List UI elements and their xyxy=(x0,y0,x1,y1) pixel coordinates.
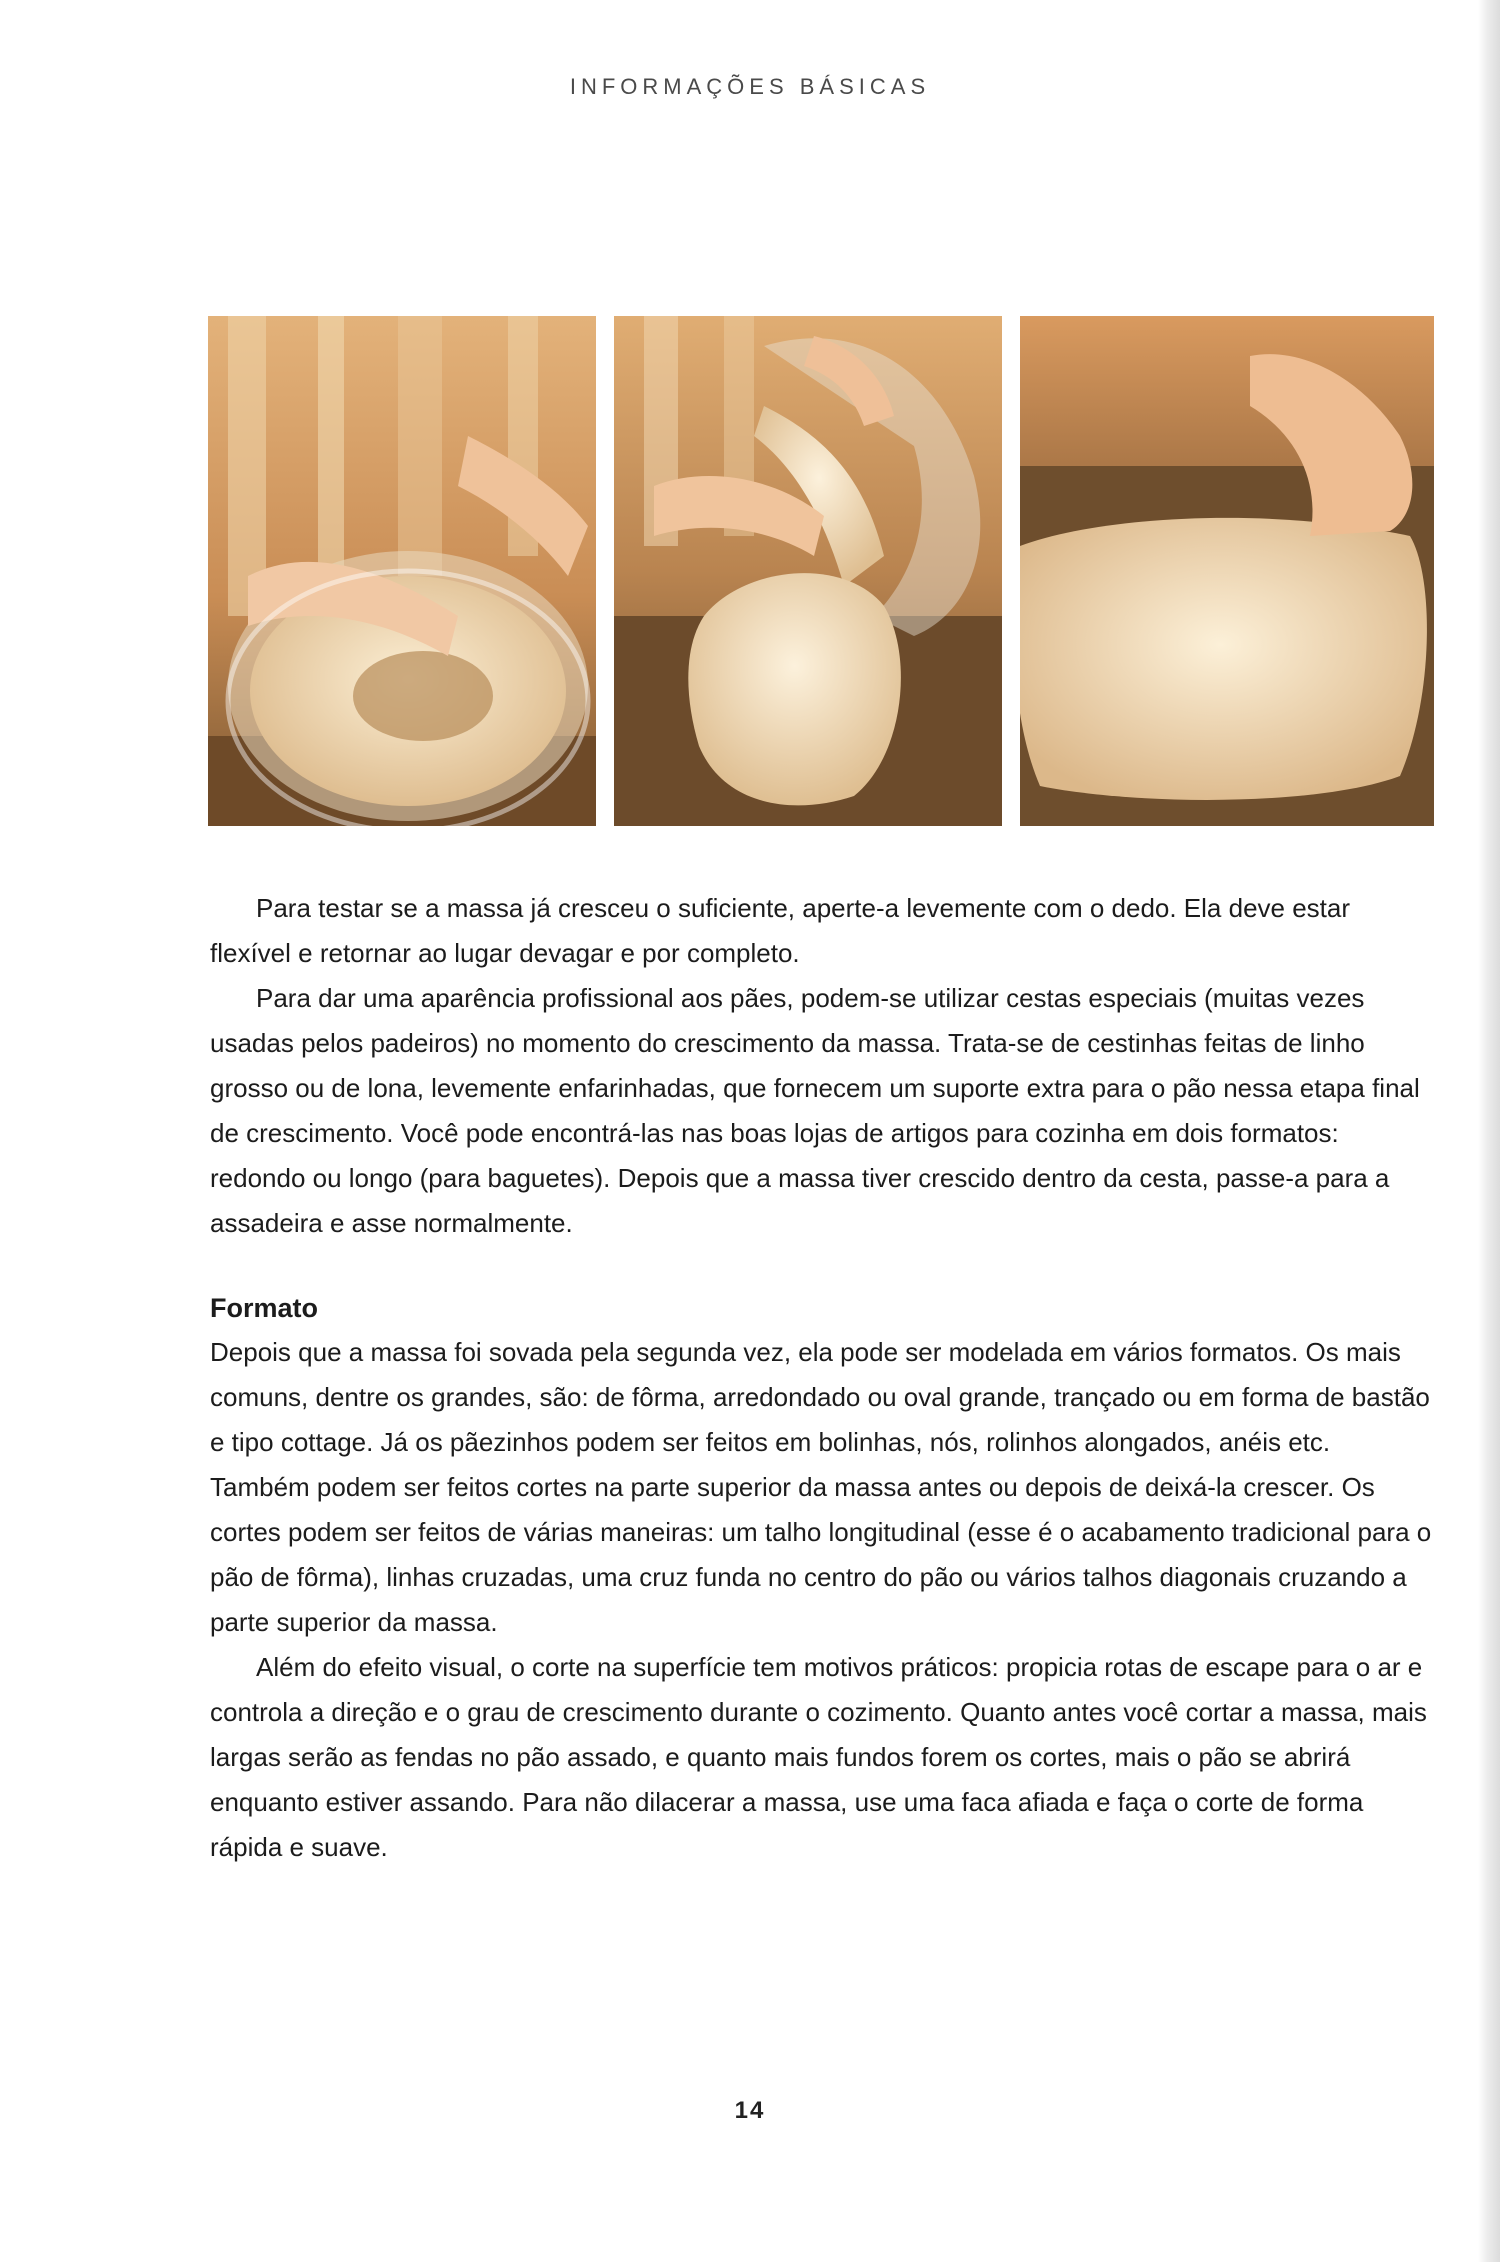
photo-dough-pulled-from-bowl xyxy=(614,316,1002,826)
photo-dough-pressed-on-counter xyxy=(1020,316,1434,826)
section-heading-formato: Formato xyxy=(210,1293,318,1323)
paragraph-scoring: Além do efeito visual, o corte na superf… xyxy=(210,1652,1427,1862)
running-header: INFORMAÇÕES BÁSICAS xyxy=(569,74,931,99)
photo-dough-pulled-from-bowl-icon xyxy=(614,316,1002,826)
paragraph-shapes: Depois que a massa foi sovada pela segun… xyxy=(210,1337,1432,1637)
photo-strip xyxy=(208,316,1434,826)
paragraph-proofing-baskets: Para dar uma aparência profissional aos … xyxy=(210,983,1420,1238)
page-edge-shadow xyxy=(1478,0,1500,2262)
photo-dough-in-bowl xyxy=(208,316,596,826)
photo-dough-in-bowl-icon xyxy=(208,316,596,826)
body-text: Para testar se a massa já cresceu o sufi… xyxy=(210,886,1432,1870)
photo-dough-pressed-on-counter-icon xyxy=(1020,316,1434,826)
page-number: 14 xyxy=(734,2097,766,2124)
paragraph-dough-test: Para testar se a massa já cresceu o sufi… xyxy=(210,893,1351,968)
